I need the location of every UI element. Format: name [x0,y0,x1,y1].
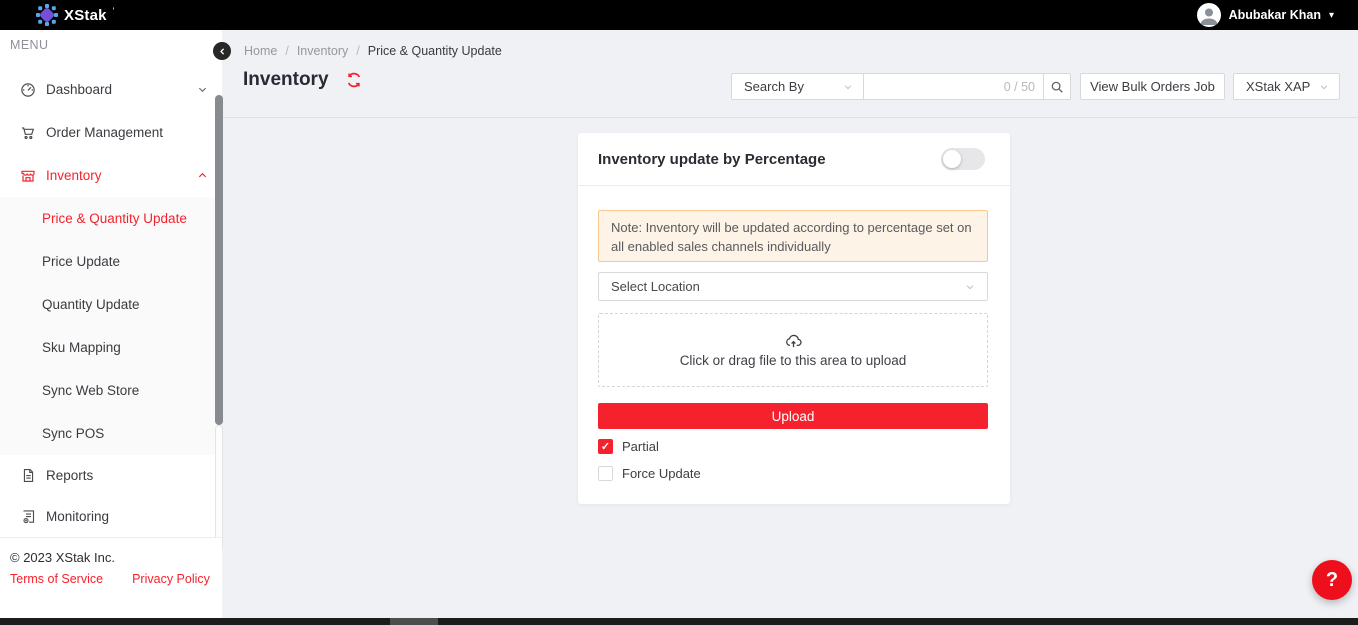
sidebar-item-label: Inventory [46,168,187,183]
copyright-text: © 2023 XStak Inc. [10,550,212,565]
check-icon: ✓ [601,440,610,453]
note-alert: Note: Inventory will be updated accordin… [598,210,988,262]
horizontal-scrollbar[interactable] [0,618,1358,625]
card-header: Inventory update by Percentage [578,133,1010,186]
page-title: Inventory [243,69,329,91]
inventory-submenu: Price & Quantity Update Price Update Qua… [0,197,222,455]
cart-icon [20,125,36,141]
breadcrumb-current: Price & Quantity Update [368,44,502,58]
sidebar-item-label: Order Management [46,125,208,140]
partial-checkbox-row[interactable]: ✓ Partial [598,439,659,454]
subitem-label: Quantity Update [42,297,140,312]
avatar [1197,3,1221,27]
partial-checkbox[interactable]: ✓ [598,439,613,454]
breadcrumb-separator: / [356,44,359,58]
sidebar-item-dashboard[interactable]: Dashboard [0,68,222,111]
location-select-placeholder: Select Location [611,279,700,294]
sidebar-item-inventory[interactable]: Inventory [0,154,222,197]
sidebar-scrollbar-track [215,425,223,550]
sidebar-item-monitoring[interactable]: Monitoring [0,496,222,537]
sidebar-item-label: Reports [46,468,208,483]
brand-name: XStak [64,7,107,24]
sidebar-subitem-sku-mapping[interactable]: Sku Mapping [0,326,222,369]
search-input-wrap: 0 / 50 [863,73,1044,100]
view-bulk-orders-job-label: View Bulk Orders Job [1090,79,1215,94]
sidebar-subitem-price-quantity-update[interactable]: Price & Quantity Update [0,197,222,240]
card-title: Inventory update by Percentage [598,151,826,168]
shop-icon [20,168,36,184]
terms-of-service-link[interactable]: Terms of Service [10,572,103,586]
sidebar-collapse-button[interactable] [213,42,231,60]
percentage-update-card: Inventory update by Percentage Note: Inv… [578,133,1010,504]
view-bulk-orders-job-button[interactable]: View Bulk Orders Job [1080,73,1225,100]
app-root: XStak ' Abubakar Khan ▾ MENU Dashboard [0,0,1358,625]
sidebar-item-label: Dashboard [46,82,187,97]
sidebar-scrollbar[interactable] [215,95,223,550]
sidebar-scrollbar-thumb[interactable] [215,95,223,425]
file-upload-dropzone[interactable]: Click or drag file to this area to uploa… [598,313,988,387]
chevron-down-icon [1319,82,1329,92]
sidebar-subitem-quantity-update[interactable]: Quantity Update [0,283,222,326]
horizontal-scrollbar-thumb[interactable] [390,618,438,625]
breadcrumb-home[interactable]: Home [244,44,277,58]
sidebar: MENU Dashboard Order Management [0,30,222,618]
search-by-select[interactable]: Search By [731,73,864,100]
topbar: XStak ' Abubakar Khan ▾ [0,0,1358,30]
subitem-label: Sku Mapping [42,340,121,355]
percentage-toggle[interactable] [941,148,985,170]
force-update-checkbox[interactable] [598,466,613,481]
subitem-label: Price & Quantity Update [42,211,187,226]
menu-label: MENU [10,38,48,52]
breadcrumb-separator: / [285,44,288,58]
force-update-checkbox-row[interactable]: Force Update [598,466,701,481]
sidebar-footer: © 2023 XStak Inc. Terms of Service Priva… [0,537,222,586]
search-counter: 0 / 50 [1004,80,1035,94]
user-name: Abubakar Khan [1229,8,1321,22]
breadcrumb-inventory[interactable]: Inventory [297,44,348,58]
search-icon [1050,80,1064,94]
search-by-label: Search By [744,79,804,94]
upload-button[interactable]: Upload [598,403,988,429]
refresh-icon[interactable] [346,72,362,88]
main-content: Home / Inventory / Price & Quantity Upda… [222,30,1358,618]
channel-select-value: XStak XAP [1246,79,1310,94]
sidebar-nav: Dashboard Order Management Inventory [0,68,222,537]
help-button[interactable]: ? [1312,560,1352,600]
cloud-upload-icon [785,333,802,350]
sidebar-subitem-sync-web-store[interactable]: Sync Web Store [0,369,222,412]
sidebar-subitem-price-update[interactable]: Price Update [0,240,222,283]
caret-down-icon: ▾ [1329,10,1334,21]
chevron-up-icon [197,170,208,181]
chevron-down-icon [197,84,208,95]
dropzone-text: Click or drag file to this area to uploa… [680,353,907,368]
sidebar-item-label: Monitoring [46,509,208,524]
search-button[interactable] [1043,73,1071,100]
xstak-logo-icon [36,4,58,26]
header-divider [222,117,1358,118]
chevron-down-icon [965,282,975,292]
privacy-policy-link[interactable]: Privacy Policy [132,572,210,586]
brand-trademark: ' [113,6,115,16]
brand: XStak ' [36,4,114,26]
breadcrumb: Home / Inventory / Price & Quantity Upda… [244,44,502,58]
file-icon [20,468,36,484]
subitem-label: Sync Web Store [42,383,139,398]
chevron-left-icon [218,47,227,56]
sidebar-item-order-management[interactable]: Order Management [0,111,222,154]
search-input[interactable] [888,79,998,94]
subitem-label: Price Update [42,254,120,269]
chevron-down-icon [843,82,853,92]
toggle-knob [943,150,961,168]
location-select[interactable]: Select Location [598,272,988,301]
sidebar-subitem-sync-pos[interactable]: Sync POS [0,412,222,455]
monitoring-icon [20,509,36,525]
partial-label: Partial [622,439,659,454]
channel-select[interactable]: XStak XAP [1233,73,1340,100]
user-menu[interactable]: Abubakar Khan ▾ [1197,3,1334,27]
sidebar-item-reports[interactable]: Reports [0,455,222,496]
force-update-label: Force Update [622,466,701,481]
dashboard-icon [20,82,36,98]
toolbar: Search By 0 / 50 View Bulk Orders Job XS… [731,73,1340,100]
subitem-label: Sync POS [42,426,104,441]
